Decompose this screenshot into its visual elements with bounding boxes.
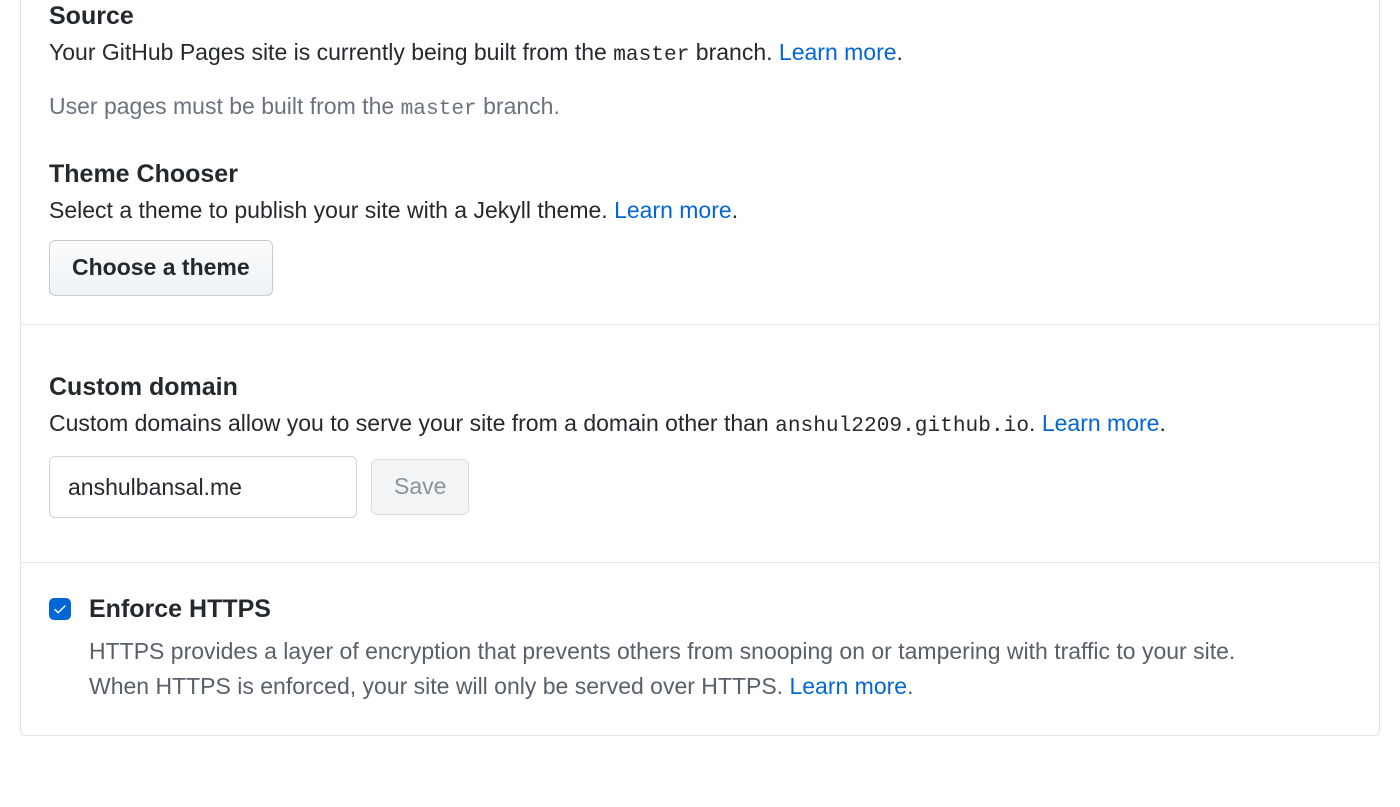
theme-heading: Theme Chooser <box>49 158 1351 191</box>
source-hint-post: branch. <box>477 93 560 119</box>
source-desc-post: branch. <box>689 39 779 65</box>
source-and-theme-section: Source Your GitHub Pages site is current… <box>21 0 1379 324</box>
theme-chooser-block: Theme Chooser Select a theme to publish … <box>49 158 1351 296</box>
enforce-https-section: Enforce HTTPS HTTPS provides a layer of … <box>21 562 1379 735</box>
enforce-https-label: Enforce HTTPS <box>89 593 271 626</box>
theme-desc-pre: Select a theme to publish your site with… <box>49 197 614 223</box>
source-heading: Source <box>49 0 1351 33</box>
check-icon <box>53 602 68 617</box>
source-hint-pre: User pages must be built from the <box>49 93 401 119</box>
custom-domain-section: Custom domain Custom domains allow you t… <box>21 324 1379 562</box>
https-line1: HTTPS provides a layer of encryption tha… <box>89 634 1351 670</box>
default-domain: anshul2209.github.io <box>775 414 1029 438</box>
https-learn-more-link[interactable]: Learn more <box>789 673 907 699</box>
custom-domain-row: Save <box>49 456 1351 518</box>
domain-learn-more-link[interactable]: Learn more <box>1042 410 1160 436</box>
custom-domain-heading: Custom domain <box>49 371 1351 404</box>
source-description: Your GitHub Pages site is currently bein… <box>49 35 1351 72</box>
domain-desc-post: . <box>1029 410 1042 436</box>
domain-desc-pre: Custom domains allow you to serve your s… <box>49 410 775 436</box>
source-learn-more-link[interactable]: Learn more <box>779 39 897 65</box>
github-pages-panel: Source Your GitHub Pages site is current… <box>20 0 1380 736</box>
source-hint: User pages must be built from the master… <box>49 89 1351 126</box>
choose-theme-button[interactable]: Choose a theme <box>49 240 273 296</box>
source-hint-branch: master <box>401 97 477 121</box>
enforce-https-checkbox[interactable] <box>49 598 71 620</box>
theme-learn-more-link[interactable]: Learn more <box>614 197 732 223</box>
source-branch-name: master <box>613 43 689 67</box>
source-desc-pre: Your GitHub Pages site is currently bein… <box>49 39 613 65</box>
custom-domain-description: Custom domains allow you to serve your s… <box>49 406 1351 443</box>
enforce-https-row: Enforce HTTPS <box>49 593 1351 626</box>
save-button[interactable]: Save <box>371 459 469 515</box>
https-line2: When HTTPS is enforced, your site will o… <box>89 669 1351 705</box>
custom-domain-input[interactable] <box>49 456 357 518</box>
https-line2-pre: When HTTPS is enforced, your site will o… <box>89 673 789 699</box>
theme-description: Select a theme to publish your site with… <box>49 193 1351 229</box>
enforce-https-description: HTTPS provides a layer of encryption tha… <box>89 634 1351 705</box>
